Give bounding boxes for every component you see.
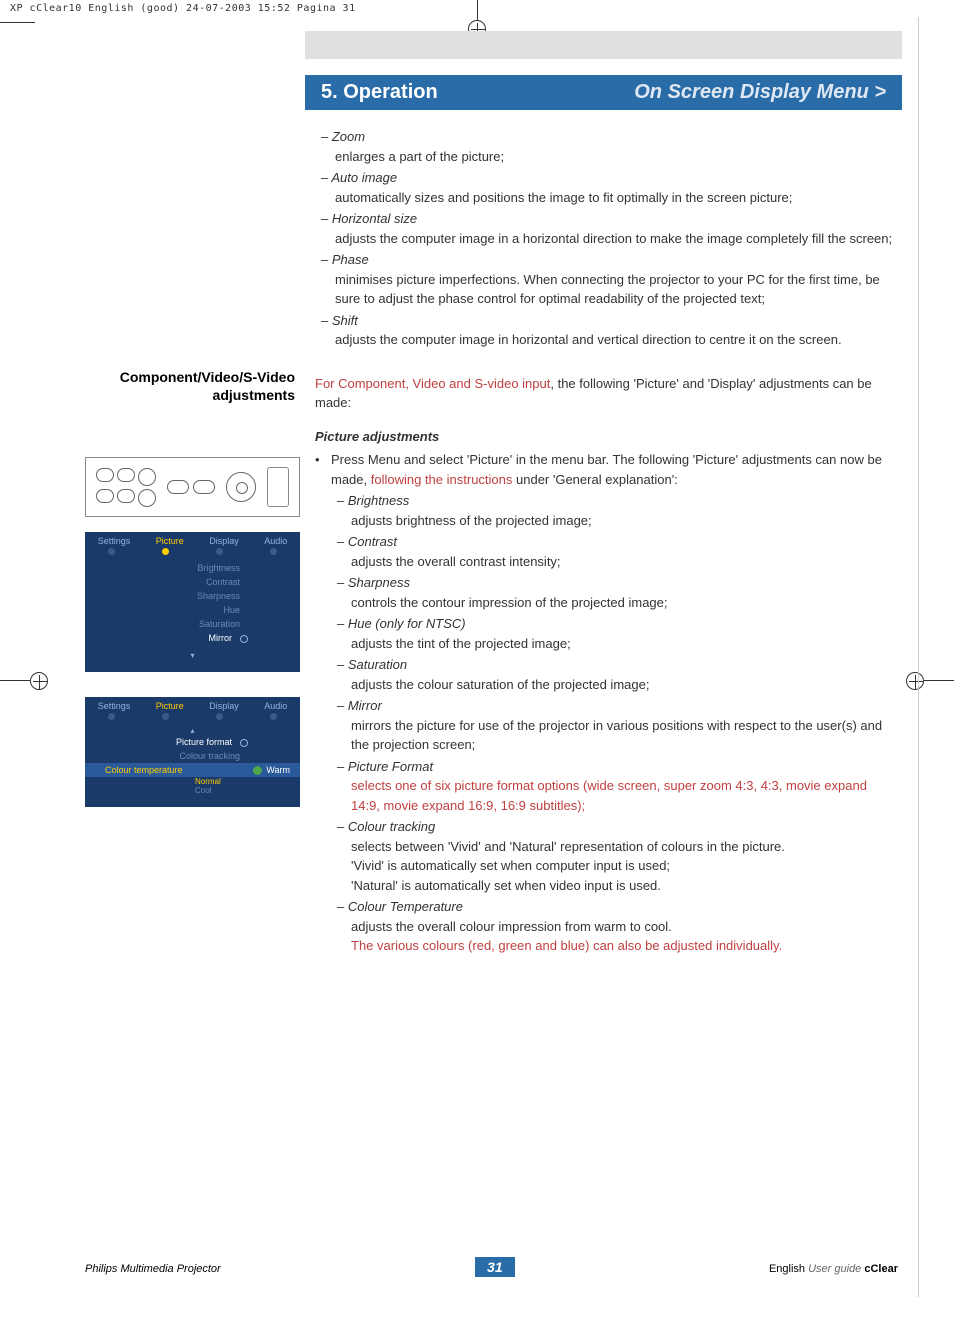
definition-item: – Zoomenlarges a part of the picture; xyxy=(321,127,898,166)
text-highlight: For Component, Video and S-video input xyxy=(315,376,550,391)
page-footer: Philips Multimedia Projector 31 English … xyxy=(85,1257,898,1277)
menu-item: Saturation xyxy=(85,617,300,631)
definition-item: – Mirrormirrors the picture for use of t… xyxy=(337,696,898,755)
menu-item: Colour tracking xyxy=(85,749,300,763)
menu-item: Sharpness xyxy=(85,589,300,603)
header-band xyxy=(305,31,902,59)
definition-item: – Auto imageautomatically sizes and posi… xyxy=(321,168,898,207)
picture-adjustments-heading: Picture adjustments xyxy=(315,427,898,447)
menu-item: Contrast xyxy=(85,575,300,589)
definition-item: – Colour trackingselects between 'Vivid'… xyxy=(337,817,898,895)
definition-item: – Horizontal sizeadjusts the computer im… xyxy=(321,209,898,248)
submenu: Normal Cool xyxy=(195,777,300,795)
definition-item: – Phaseminimises picture imperfections. … xyxy=(321,250,898,309)
menu-tabs: Settings Picture Display Audio xyxy=(85,701,300,711)
text: under 'General explanation': xyxy=(512,472,677,487)
osd-menu-screenshot-1: Settings Picture Display Audio Brightnes… xyxy=(85,532,300,672)
definition-list: – Brightnessadjusts brightness of the pr… xyxy=(331,491,898,956)
page-number: 31 xyxy=(475,1257,515,1277)
definition-item: – Picture Formatselects one of six pictu… xyxy=(337,757,898,816)
crop-mark xyxy=(0,680,30,681)
menu-item: Mirror xyxy=(85,631,300,645)
bullet-body: Press Menu and select 'Picture' in the m… xyxy=(331,450,898,958)
definition-list: – Zoomenlarges a part of the picture;– A… xyxy=(315,127,898,350)
section-number: 5. Operation xyxy=(321,81,438,104)
definition-item: – Hue (only for NTSC)adjusts the tint of… xyxy=(337,614,898,653)
text-highlight: following the instructions xyxy=(371,472,513,487)
footer-left: Philips Multimedia Projector xyxy=(85,1263,221,1275)
definition-item: – Brightnessadjusts brightness of the pr… xyxy=(337,491,898,530)
section-header: 5. Operation On Screen Display Menu > xyxy=(305,75,902,110)
osd-menu-screenshot-2: Settings Picture Display Audio ▴ Picture… xyxy=(85,697,300,807)
definition-item: – Saturationadjusts the colour saturatio… xyxy=(337,655,898,694)
menu-item-active: Colour temperature Warm xyxy=(85,763,300,777)
definition-item: – Shiftadjusts the computer image in hor… xyxy=(321,311,898,350)
menu-item: Hue xyxy=(85,603,300,617)
bullet-mark: • xyxy=(315,450,331,958)
page: 5. Operation On Screen Display Menu > – … xyxy=(35,17,919,1297)
definition-item: – Colour Temperatureadjusts the overall … xyxy=(337,897,898,956)
footer-right: English User guide cClear xyxy=(769,1263,898,1275)
menu-tabs: Settings Picture Display Audio xyxy=(85,536,300,546)
component-intro: For Component, Video and S-video input, … xyxy=(315,374,898,413)
remote-control-diagram xyxy=(85,457,300,517)
content: – Zoomenlarges a part of the picture;– A… xyxy=(315,127,898,958)
definition-item: – Sharpnesscontrols the contour impressi… xyxy=(337,573,898,612)
section-breadcrumb: On Screen Display Menu > xyxy=(634,81,886,104)
crop-mark xyxy=(924,680,954,681)
crop-mark xyxy=(0,22,35,23)
menu-item: Brightness xyxy=(85,561,300,575)
bullet-item: • Press Menu and select 'Picture' in the… xyxy=(315,450,898,958)
menu-item: Picture format xyxy=(85,735,300,749)
definition-item: – Contrastadjusts the overall contrast i… xyxy=(337,532,898,571)
sidebar-heading: Component/Video/S-Video adjustments xyxy=(85,368,295,404)
